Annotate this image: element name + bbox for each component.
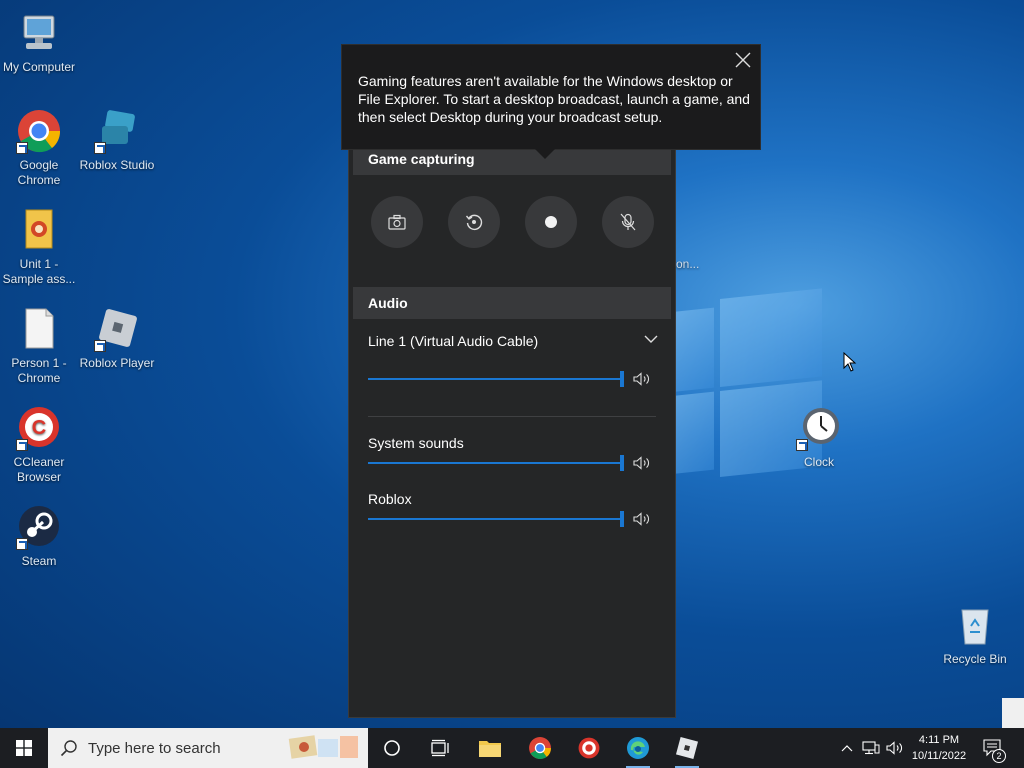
speaker-icon[interactable]: [633, 372, 651, 386]
close-icon[interactable]: [734, 51, 752, 69]
desktop-icon-label: CCleaner Browser: [13, 455, 65, 484]
desktop-icon-my-computer[interactable]: My Computer: [0, 10, 79, 75]
partial-desktop-label: on...: [676, 257, 700, 271]
system-sounds-label: System sounds: [368, 435, 464, 451]
speaker-icon[interactable]: [633, 456, 651, 470]
mic-off-icon: [620, 213, 636, 231]
screenshot-button[interactable]: [371, 196, 423, 248]
roblox-player-icon: [94, 306, 140, 352]
volume-icon: [886, 741, 902, 755]
desktop-icon-label: Clock: [803, 455, 834, 469]
task-view-icon: [431, 739, 449, 757]
desktop-icon-roblox-studio[interactable]: Roblox Studio: [77, 108, 157, 173]
edge-icon: [627, 737, 649, 759]
steam-icon: [16, 504, 62, 550]
roblox-taskbar-button[interactable]: [671, 732, 703, 768]
chrome-icon: [529, 737, 551, 760]
clock-date: 10/11/2022: [911, 750, 967, 762]
task-view-button[interactable]: [424, 732, 456, 764]
start-recording-button[interactable]: [525, 196, 577, 248]
desktop-icon-steam[interactable]: Steam: [0, 504, 79, 569]
desktop-icon-clock[interactable]: Clock: [779, 405, 859, 470]
roblox-icon: [675, 736, 699, 760]
ccleaner-taskbar-button[interactable]: [573, 732, 605, 764]
roblox-audio-label: Roblox: [368, 491, 412, 507]
recycle-bin-icon: [952, 602, 998, 648]
game-bar-panel: Game capturing Audio Line 1 (Virtual Aud…: [348, 140, 676, 718]
file-explorer-button[interactable]: [474, 732, 506, 764]
folder-icon: [479, 741, 501, 757]
chrome-icon: [16, 108, 62, 154]
device-volume-slider[interactable]: [368, 371, 624, 387]
ccleaner-icon: [578, 737, 600, 759]
desktop-icon-label: Unit 1 - Sample ass...: [2, 257, 76, 286]
svg-text:C: C: [32, 417, 46, 439]
audio-device-selector[interactable]: Line 1 (Virtual Audio Cable): [368, 333, 538, 349]
replay-icon: [465, 214, 483, 231]
ccleaner-icon: C: [16, 405, 62, 451]
cortana-button[interactable]: [376, 732, 408, 764]
desktop-icon-label: Person 1 - Chrome: [11, 356, 67, 385]
partial-window-edge: [1002, 698, 1024, 728]
desktop-icon-label: Roblox Player: [79, 356, 155, 370]
audio-header: Audio: [353, 287, 671, 319]
desktop-icon-label: Roblox Studio: [79, 158, 155, 172]
blank-document-icon: [16, 306, 62, 352]
clock-time: 4:11 PM: [918, 734, 960, 746]
edge-taskbar-button[interactable]: [622, 732, 654, 768]
chevron-up-icon: [841, 745, 853, 752]
desktop-icon-google-chrome[interactable]: Google Chrome: [0, 108, 79, 188]
divider: [368, 416, 656, 417]
desktop-icon-label: Steam: [21, 554, 57, 568]
roblox-volume-slider[interactable]: [368, 511, 624, 527]
desktop-icon-recycle-bin[interactable]: Recycle Bin: [935, 602, 1015, 667]
show-hidden-icons-button[interactable]: [838, 728, 856, 768]
system-sounds-volume-slider[interactable]: [368, 455, 624, 471]
windows-logo-icon: [16, 740, 32, 756]
speaker-icon[interactable]: [633, 512, 651, 526]
search-placeholder: Type here to search: [88, 739, 221, 757]
mouse-cursor-icon: [843, 352, 857, 372]
desktop-icon-ccleaner-browser[interactable]: C CCleaner Browser: [0, 405, 79, 485]
document-icon: [16, 207, 62, 253]
volume-button[interactable]: [884, 728, 906, 768]
search-highlight-icon: [288, 735, 358, 759]
taskbar-search-box[interactable]: Type here to search: [48, 728, 368, 768]
roblox-studio-icon: [94, 108, 140, 154]
desktop-icon-unit-1[interactable]: Unit 1 - Sample ass...: [0, 207, 79, 287]
notification-count-badge: 2: [992, 749, 1006, 763]
computer-icon: [16, 10, 62, 56]
record-last-30s-button[interactable]: [448, 196, 500, 248]
cortana-icon: [384, 740, 400, 756]
network-icon: [862, 741, 880, 755]
start-button[interactable]: [0, 728, 48, 768]
desktop-icon-roblox-player[interactable]: Roblox Player: [77, 306, 157, 371]
record-icon: [545, 216, 557, 228]
camera-icon: [388, 214, 406, 230]
action-center-button[interactable]: 2: [980, 728, 1006, 768]
desktop-icon-label: My Computer: [2, 60, 76, 74]
network-button[interactable]: [860, 728, 882, 768]
taskbar-clock[interactable]: 4:11 PM 10/11/2022: [908, 732, 970, 764]
gaming-features-tooltip: Gaming features aren't available for the…: [341, 44, 761, 159]
microphone-toggle-button[interactable]: [602, 196, 654, 248]
clock-icon: [796, 405, 842, 451]
chrome-taskbar-button[interactable]: [524, 732, 556, 764]
desktop-icon-label: Google Chrome: [17, 158, 61, 187]
tooltip-text: Gaming features aren't available for the…: [358, 73, 750, 125]
taskbar: Type here to search 4:11 PM 10/11/2022 2: [0, 728, 1024, 768]
search-icon: [60, 740, 77, 757]
chevron-down-icon[interactable]: [643, 331, 659, 347]
desktop-icon-person-1-chrome[interactable]: Person 1 - Chrome: [0, 306, 79, 386]
desktop-icon-label: Recycle Bin: [943, 652, 1007, 666]
